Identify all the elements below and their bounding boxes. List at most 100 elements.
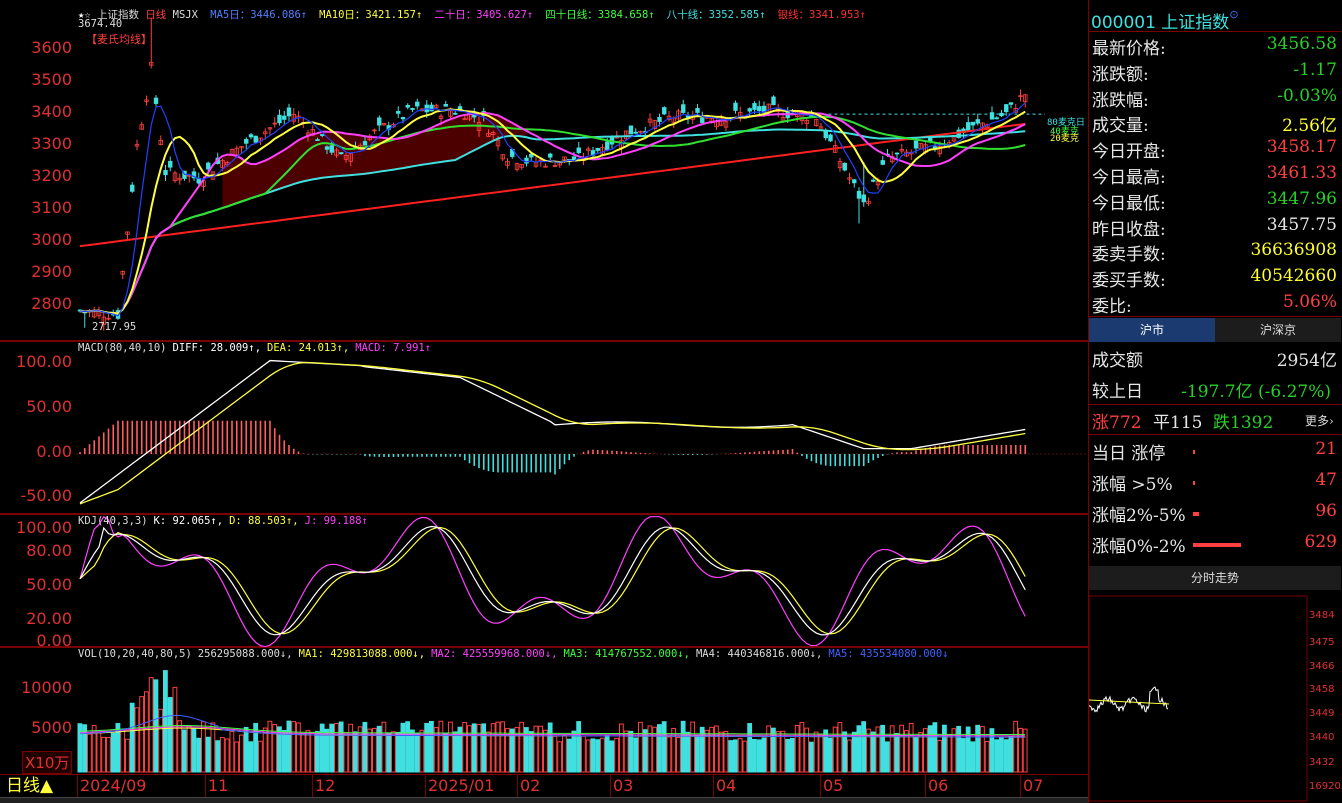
- quote-row: 涨跌额: -1.17: [1089, 60, 1341, 85]
- kdj-tick: 80.00: [26, 541, 72, 560]
- candle-body: [871, 179, 876, 182]
- macd-legend-item: MACD(80,40,10): [78, 342, 167, 354]
- volume-bar: [500, 721, 506, 773]
- more-link[interactable]: 更多›: [1305, 412, 1334, 429]
- vol-legend-item: MA3: 414767552.000↓,: [563, 648, 690, 660]
- tab-sh-market[interactable]: 沪市: [1089, 318, 1215, 342]
- quote-label: 委卖手数:: [1092, 245, 1166, 266]
- volume-bar: [319, 723, 325, 773]
- sub-legend: 【麦氏均线】: [86, 33, 152, 46]
- volume-bar: [220, 737, 225, 773]
- date-axis: 2024/09 11 12 2025/01 02 03 04 05 06 07: [78, 775, 1088, 797]
- intraday-chart[interactable]: 3484 3475 3466 3458 3449 3440 3432 16920: [1089, 592, 1342, 803]
- volume-bar: [747, 723, 753, 773]
- candle-body: [970, 121, 976, 126]
- candle-body: [329, 145, 334, 153]
- flat-count: 平115: [1153, 413, 1203, 433]
- volume-bar: [110, 732, 116, 773]
- macd-tick: 50.00: [26, 397, 72, 416]
- volume-bar: [481, 723, 487, 773]
- j-line: [79, 515, 1026, 648]
- stat-value: 47: [1315, 470, 1337, 490]
- volume-bar: [927, 725, 933, 773]
- volume-bar: [600, 737, 605, 773]
- candle-body: [628, 125, 634, 135]
- volume-bar: [828, 737, 833, 773]
- volume-bar: [623, 730, 629, 773]
- volume-bar: [528, 731, 534, 773]
- volume-bar: [129, 702, 135, 773]
- volume-bar: [490, 723, 496, 773]
- quote-row: 委买手数: 40542660: [1089, 266, 1341, 291]
- date-tick: 02: [520, 776, 541, 795]
- volume-bar: [167, 697, 173, 773]
- volume-bar: [942, 724, 947, 773]
- macd-legend: MACD(80,40,10) DIFF: 28.009↑, DEA: 24.013↑…: [78, 342, 437, 354]
- volume-bar: [851, 731, 857, 773]
- stat-bar: [1193, 481, 1196, 485]
- turnover-label: 成交额: [1092, 351, 1143, 371]
- volume-bar: [690, 721, 696, 773]
- vol-legend-item: VOL(10,20,40,80,5): [78, 648, 192, 660]
- volume-bar: [714, 725, 719, 773]
- intraday-title[interactable]: 分时走势: [1089, 566, 1341, 590]
- quote-panel: 000001 上证指数⊙ 最新价格: 3456.58 涨跌额: -1.17 涨跌幅: -0…: [1088, 0, 1342, 803]
- volume-bar: [234, 741, 240, 773]
- volume-bar: [756, 739, 762, 773]
- price-chart-canvas[interactable]: [0, 5, 1089, 341]
- tab-all-market[interactable]: 沪深京: [1215, 318, 1341, 342]
- date-tick: 2024/09: [80, 776, 147, 795]
- volume-bar: [728, 740, 734, 773]
- intraday-tick: 3458: [1309, 684, 1334, 695]
- volume-bar: [210, 722, 216, 773]
- info-icon[interactable]: ⊙: [1229, 8, 1238, 21]
- date-tick-mark: [517, 775, 518, 797]
- candle-body: [168, 160, 173, 168]
- quote-row: 委卖手数: 36636908: [1089, 240, 1341, 265]
- quote-label: 今日最低:: [1092, 193, 1166, 214]
- period-toggle[interactable]: 日线▲: [0, 775, 78, 797]
- quote-value: -0.03%: [1277, 85, 1337, 106]
- scrollbar[interactable]: [0, 797, 1088, 803]
- quote-value: 3457.75: [1266, 214, 1337, 235]
- volume-canvas[interactable]: [0, 648, 1089, 776]
- volume-bar: [353, 731, 358, 773]
- volume-bar: [585, 739, 591, 773]
- volume-bar: [742, 740, 748, 773]
- volume-bar: [818, 733, 824, 773]
- macd-pane[interactable]: 100.00 50.00 0.00 -50.00 MACD(80,40,10) D…: [0, 341, 1089, 514]
- stat-label: 涨幅2%-5%: [1092, 506, 1186, 526]
- candle-body: [994, 117, 999, 120]
- vs-value: -197.7亿 (-6.27%): [1181, 382, 1331, 402]
- chart-period: 日线: [145, 9, 167, 21]
- price-y-axis: 3600 3500 3400 3300 3200 3100 3000 2900 …: [0, 5, 76, 341]
- candle-body: [856, 190, 862, 199]
- volume-bar: [842, 731, 848, 773]
- vol-legend-item: MA1: 429813088.000↓,: [298, 648, 426, 660]
- quote-value: 3458.17: [1266, 137, 1337, 158]
- kdj-pane[interactable]: 100.00 80.00 50.00 20.00 0.00 KDJ(40,3,3…: [0, 514, 1089, 650]
- kdj-tick: 100.00: [16, 518, 72, 537]
- quote-value: 3456.58: [1266, 34, 1337, 54]
- volume-bar: [96, 731, 102, 773]
- quote-value: 5.06%: [1282, 292, 1337, 312]
- volume-bar: [780, 730, 786, 773]
- date-tick: 2025/01: [428, 776, 495, 795]
- volume-pane[interactable]: 10000 5000 X10万 VOL(10,20,40,80,5) 256295…: [0, 647, 1089, 775]
- chevron-right-icon: ›: [1329, 414, 1334, 428]
- price-tick: 2800: [31, 294, 72, 313]
- main-price-pane[interactable]: 3600 3500 3400 3300 3200 3100 3000 2900 …: [0, 5, 1089, 341]
- macd-tick: 0.00: [36, 442, 72, 461]
- volume-bar: [424, 722, 430, 773]
- volume-bar: [946, 734, 952, 773]
- limit-stat-row: 涨幅 >5% 47: [1089, 470, 1341, 495]
- macd-canvas[interactable]: [0, 342, 1089, 515]
- up-count: 涨772: [1092, 413, 1142, 433]
- volume-bar: [733, 739, 738, 773]
- candle-body: [576, 147, 581, 154]
- date-tick: 07: [1023, 776, 1044, 795]
- kdj-legend-item: KDJ(40,3,3): [78, 515, 148, 527]
- candle-body: [362, 141, 368, 146]
- volume-bar: [429, 720, 434, 773]
- kdj-canvas[interactable]: [0, 515, 1089, 648]
